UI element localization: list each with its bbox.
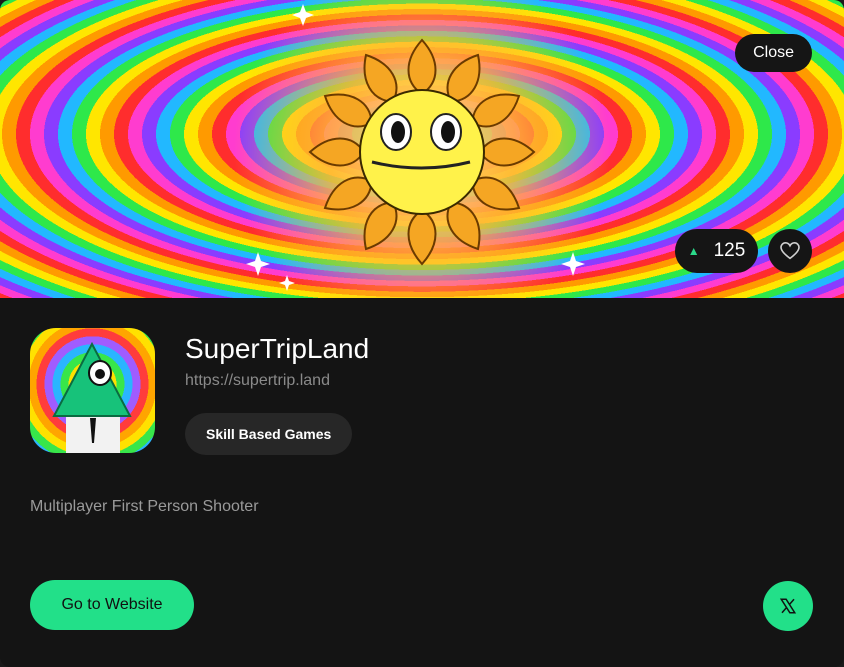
close-button[interactable]: Close <box>735 34 812 72</box>
app-detail-card: Close ▲ 125 SuperTripLand https://supert… <box>0 0 844 667</box>
category-tag[interactable]: Skill Based Games <box>185 413 353 455</box>
banner-image: Close ▲ 125 <box>0 0 844 298</box>
upvote-button[interactable]: ▲ 125 <box>675 229 758 273</box>
x-social-button[interactable] <box>763 581 813 631</box>
app-description: Multiplayer First Person Shooter <box>30 498 259 515</box>
x-logo-icon <box>779 598 797 614</box>
app-icon-illustration <box>52 341 132 453</box>
go-to-website-button[interactable]: Go to Website <box>30 580 194 630</box>
favorite-button[interactable] <box>768 229 812 273</box>
app-title: SuperTripLand <box>185 333 370 364</box>
heart-icon <box>780 242 800 260</box>
triangle-up-icon: ▲ <box>687 244 700 258</box>
app-icon <box>30 328 155 453</box>
app-url[interactable]: https://supertrip.land <box>185 372 330 390</box>
upvote-count: 125 <box>713 240 746 261</box>
